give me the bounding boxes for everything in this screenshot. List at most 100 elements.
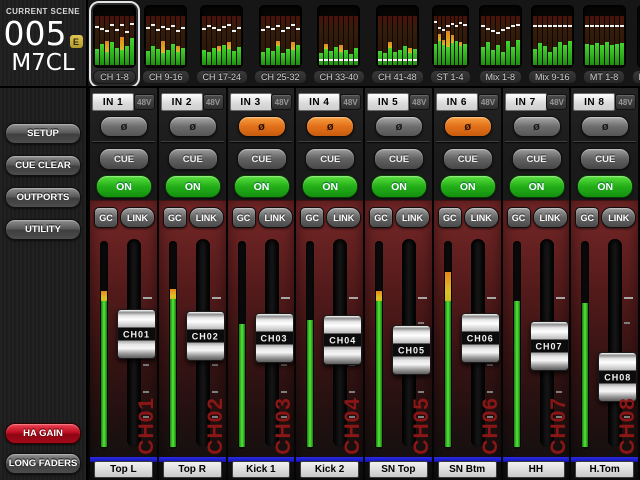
link-button[interactable]: LINK bbox=[601, 207, 637, 228]
channel-name[interactable]: Top L bbox=[94, 461, 153, 478]
mini-meter-bar bbox=[275, 16, 280, 65]
fader-handle[interactable]: CH04 bbox=[323, 315, 363, 365]
channel-name[interactable]: Kick 1 bbox=[231, 461, 291, 478]
mini-meter-peak bbox=[599, 24, 604, 27]
on-button[interactable]: ON bbox=[577, 175, 634, 198]
phantom-48v-button[interactable]: 48V bbox=[271, 94, 293, 110]
on-button[interactable]: ON bbox=[302, 175, 359, 198]
gain-compensation-button[interactable]: GC bbox=[162, 207, 187, 228]
sidebar-button-setup[interactable]: SETUP bbox=[5, 123, 81, 144]
tab-st-1-4[interactable]: ST 1-4 bbox=[428, 3, 473, 86]
tab-ch-41-48[interactable]: CH 41-48 bbox=[369, 3, 426, 86]
fader-handle[interactable]: CH03 bbox=[254, 313, 294, 363]
mini-meter-bar bbox=[295, 16, 300, 65]
channel-name[interactable]: SN Btm bbox=[437, 461, 497, 478]
phase-button[interactable]: ø bbox=[581, 116, 630, 137]
phantom-48v-button[interactable]: 48V bbox=[408, 94, 430, 110]
phase-button[interactable]: ø bbox=[512, 116, 561, 137]
on-button[interactable]: ON bbox=[96, 175, 152, 198]
cue-button[interactable]: CUE bbox=[236, 148, 287, 170]
tab-ch-1-8[interactable]: CH 1-8 bbox=[89, 1, 140, 86]
cue-button[interactable]: CUE bbox=[442, 148, 493, 170]
mini-meter-green bbox=[495, 45, 500, 65]
channel-name[interactable]: Top R bbox=[162, 461, 222, 478]
tab-mt-1-8[interactable]: MT 1-8 bbox=[581, 3, 628, 86]
fader-handle[interactable]: CH07 bbox=[529, 321, 569, 371]
phantom-48v-button[interactable]: 48V bbox=[615, 94, 636, 110]
strip-fader-section: GC LINK CH02 CH02 Top R bbox=[158, 200, 227, 480]
cue-button[interactable]: CUE bbox=[167, 148, 218, 170]
tab-master[interactable]: Master bbox=[630, 3, 640, 86]
channel-name[interactable]: SN Top bbox=[369, 461, 428, 478]
sidebar-button-cue-clear[interactable]: CUE CLEAR bbox=[5, 155, 81, 176]
long-faders-button[interactable]: LONG FADERS bbox=[5, 453, 81, 474]
tab-mix-1-8[interactable]: Mix 1-8 bbox=[477, 3, 525, 86]
mini-meter-green bbox=[354, 48, 359, 65]
phantom-48v-button[interactable]: 48V bbox=[546, 94, 568, 110]
strip-fader-section: GC LINK CH08 CH08 H.Tom bbox=[571, 200, 639, 480]
channel-name[interactable]: HH bbox=[506, 461, 566, 478]
gain-compensation-button[interactable]: GC bbox=[506, 207, 531, 228]
link-button[interactable]: LINK bbox=[326, 207, 362, 228]
on-button[interactable]: ON bbox=[508, 175, 565, 198]
gain-compensation-button[interactable]: GC bbox=[437, 207, 462, 228]
phase-button[interactable]: ø bbox=[443, 116, 492, 137]
fader-handle[interactable]: CH06 bbox=[460, 313, 500, 363]
fader-scale-tick bbox=[280, 363, 287, 366]
fader-handle[interactable]: CH05 bbox=[392, 325, 431, 375]
phase-button[interactable]: ø bbox=[100, 116, 148, 137]
gain-compensation-button[interactable]: GC bbox=[575, 207, 600, 228]
gain-compensation-button[interactable]: GC bbox=[300, 207, 325, 228]
phase-button[interactable]: ø bbox=[237, 116, 286, 137]
on-button[interactable]: ON bbox=[164, 175, 221, 198]
mini-meter-bar bbox=[130, 16, 134, 65]
mini-meter-peak bbox=[202, 27, 207, 30]
channel-name[interactable]: H.Tom bbox=[575, 461, 634, 478]
phase-button[interactable]: ø bbox=[306, 116, 355, 137]
fader-handle[interactable]: CH08 bbox=[598, 352, 638, 402]
fader-handle[interactable]: CH02 bbox=[185, 311, 225, 361]
link-button[interactable]: LINK bbox=[120, 207, 155, 228]
on-button[interactable]: ON bbox=[233, 175, 290, 198]
tab-label: CH 17-24 bbox=[195, 70, 249, 84]
cue-button[interactable]: CUE bbox=[305, 148, 356, 170]
link-button[interactable]: LINK bbox=[463, 207, 499, 228]
on-button[interactable]: ON bbox=[439, 175, 496, 198]
fader-handle[interactable]: CH01 bbox=[117, 309, 156, 359]
sidebar-button-outports[interactable]: OUTPORTS bbox=[5, 187, 81, 208]
tab-ch-25-32[interactable]: CH 25-32 bbox=[252, 3, 309, 86]
ha-gain-button[interactable]: HA GAIN bbox=[5, 423, 81, 444]
link-button[interactable]: LINK bbox=[532, 207, 568, 228]
gain-compensation-button[interactable]: GC bbox=[231, 207, 256, 228]
sidebar-button-utility[interactable]: UTILITY bbox=[5, 219, 81, 240]
tab-ch-17-24[interactable]: CH 17-24 bbox=[194, 3, 251, 86]
mini-meter-green bbox=[217, 51, 222, 65]
gain-compensation-button[interactable]: GC bbox=[369, 207, 393, 228]
mini-meter-peak bbox=[260, 28, 265, 31]
link-button[interactable]: LINK bbox=[257, 207, 293, 228]
phase-button[interactable]: ø bbox=[375, 116, 423, 137]
channel-name[interactable]: Kick 2 bbox=[300, 461, 359, 478]
gain-compensation-button[interactable]: GC bbox=[94, 207, 118, 228]
cue-button[interactable]: CUE bbox=[374, 148, 424, 170]
scene-edit-badge: E bbox=[69, 35, 83, 48]
mini-meter-green bbox=[387, 48, 392, 65]
phantom-48v-button[interactable]: 48V bbox=[133, 94, 155, 110]
cue-button[interactable]: CUE bbox=[99, 148, 149, 170]
mini-meter-bar bbox=[505, 16, 510, 65]
on-button[interactable]: ON bbox=[371, 175, 427, 198]
mini-meter-bar bbox=[459, 16, 463, 65]
phantom-48v-button[interactable]: 48V bbox=[340, 94, 361, 110]
strip-top-section: IN 7 48V ø CUE ON bbox=[502, 88, 570, 200]
tab-ch-9-16[interactable]: CH 9-16 bbox=[140, 3, 192, 86]
cue-button[interactable]: CUE bbox=[580, 148, 631, 170]
phantom-48v-button[interactable]: 48V bbox=[477, 94, 499, 110]
tab-mix-9-16[interactable]: Mix 9-16 bbox=[526, 3, 579, 86]
tab-ch-33-40[interactable]: CH 33-40 bbox=[311, 3, 368, 86]
link-button[interactable]: LINK bbox=[395, 207, 430, 228]
phantom-48v-button[interactable]: 48V bbox=[202, 94, 224, 110]
cue-button[interactable]: CUE bbox=[511, 148, 562, 170]
link-button[interactable]: LINK bbox=[188, 207, 224, 228]
mini-meter-bar bbox=[604, 16, 609, 65]
phase-button[interactable]: ø bbox=[168, 116, 217, 137]
